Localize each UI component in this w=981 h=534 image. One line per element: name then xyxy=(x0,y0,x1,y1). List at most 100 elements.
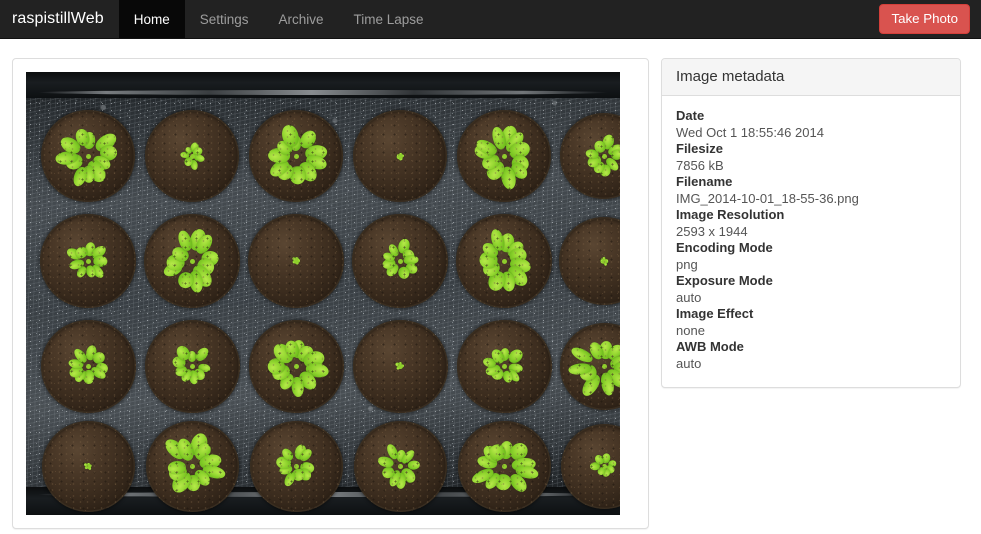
leaf xyxy=(161,435,189,463)
leaf xyxy=(403,260,420,276)
photo-panel xyxy=(12,58,649,529)
metadata-key: AWB Mode xyxy=(676,339,744,354)
seedling-pot xyxy=(457,420,551,512)
take-photo-button[interactable]: Take Photo xyxy=(879,3,970,35)
rosette-center xyxy=(85,258,91,264)
leaf xyxy=(599,372,616,397)
leaf xyxy=(189,141,200,154)
seedling-pot xyxy=(559,217,620,305)
leaf xyxy=(499,124,519,149)
leaf xyxy=(478,251,498,270)
seedling-pot xyxy=(144,319,240,413)
nav-link-settings[interactable]: Settings xyxy=(185,0,264,38)
rosette-center xyxy=(501,153,507,159)
leaf xyxy=(58,134,84,158)
rosette-center xyxy=(293,363,299,369)
photo-column xyxy=(12,58,649,529)
leaf xyxy=(89,243,109,262)
navbar-right-group: Take Photo xyxy=(879,0,981,38)
leaf xyxy=(267,147,291,164)
leaf xyxy=(267,357,285,375)
leaf xyxy=(476,454,499,471)
leaf xyxy=(71,347,89,366)
nav-item-settings[interactable]: Settings xyxy=(185,0,264,38)
metadata-key: Date xyxy=(676,108,705,123)
rosette-center xyxy=(397,363,403,369)
brand-link[interactable]: raspistillWeb xyxy=(0,0,119,38)
leaf xyxy=(603,258,609,263)
leaf xyxy=(304,144,329,163)
leaf xyxy=(596,466,606,477)
leaf xyxy=(298,446,315,464)
leaf xyxy=(91,153,113,173)
leaf xyxy=(479,152,502,173)
seedling-pot xyxy=(145,420,239,512)
leaf xyxy=(600,133,615,151)
leaf xyxy=(188,431,211,458)
metadata-value: none xyxy=(676,322,705,338)
leaf xyxy=(191,366,208,382)
leaf xyxy=(504,238,526,261)
leaf xyxy=(65,246,84,262)
leaf xyxy=(304,153,329,172)
leaf xyxy=(508,160,530,182)
leaf xyxy=(396,237,412,256)
rosette-center xyxy=(501,363,507,369)
leaf xyxy=(184,145,194,155)
leaf xyxy=(189,159,199,171)
nav-item-time-lapse[interactable]: Time Lapse xyxy=(339,0,439,38)
leaf xyxy=(301,348,327,371)
nav-link-archive[interactable]: Archive xyxy=(264,0,339,38)
leaf xyxy=(598,340,613,360)
leaf xyxy=(489,365,506,383)
leaf xyxy=(279,123,301,149)
leaf xyxy=(498,439,514,460)
leaf xyxy=(84,263,97,278)
leaf xyxy=(396,154,402,160)
leaf xyxy=(507,440,531,464)
leaf xyxy=(83,462,89,468)
leaf xyxy=(396,264,412,281)
leaf xyxy=(189,262,216,291)
metadata-value: 7856 kB xyxy=(676,157,724,173)
leaf xyxy=(470,465,496,487)
metadata-key: Exposure Mode xyxy=(676,273,773,288)
leaf xyxy=(394,472,406,489)
leaf xyxy=(197,452,223,472)
leaf xyxy=(479,258,503,280)
captured-photo[interactable] xyxy=(26,72,620,515)
metadata-value: auto xyxy=(676,289,702,305)
leaf xyxy=(166,253,186,271)
leaf xyxy=(585,148,601,160)
seedling-pot xyxy=(457,110,551,202)
metadata-panel-title: Image metadata xyxy=(676,68,785,85)
metadata-value: auto xyxy=(676,355,702,371)
leaf xyxy=(601,467,612,478)
leaf xyxy=(84,464,89,470)
leaf xyxy=(191,145,205,158)
leaf xyxy=(486,441,509,463)
leaf xyxy=(91,350,108,366)
seedling-pot xyxy=(249,420,343,512)
leaf xyxy=(270,363,293,383)
leaf xyxy=(82,369,95,384)
nav-item-home[interactable]: Home xyxy=(118,0,185,38)
leaf xyxy=(169,244,191,264)
leaf xyxy=(67,357,84,370)
seedling-pot xyxy=(145,110,239,202)
leaf xyxy=(174,343,193,363)
leaf xyxy=(385,442,401,462)
metadata-panel-body: Date Wed Oct 1 18:55:46 2014 Filesize 7856 … xyxy=(662,96,960,387)
rosette-center xyxy=(397,258,403,264)
leaf xyxy=(577,361,600,383)
nav-item-archive[interactable]: Archive xyxy=(264,0,339,38)
leaf xyxy=(175,436,197,463)
nav-link-home[interactable]: Home xyxy=(118,0,185,38)
leaf xyxy=(602,260,608,266)
leaf xyxy=(503,129,527,155)
nav-link-time-lapse[interactable]: Time Lapse xyxy=(339,0,439,38)
rosette-center xyxy=(601,153,607,159)
leaf xyxy=(175,270,196,291)
leaf xyxy=(398,152,402,157)
leaf xyxy=(507,471,530,495)
